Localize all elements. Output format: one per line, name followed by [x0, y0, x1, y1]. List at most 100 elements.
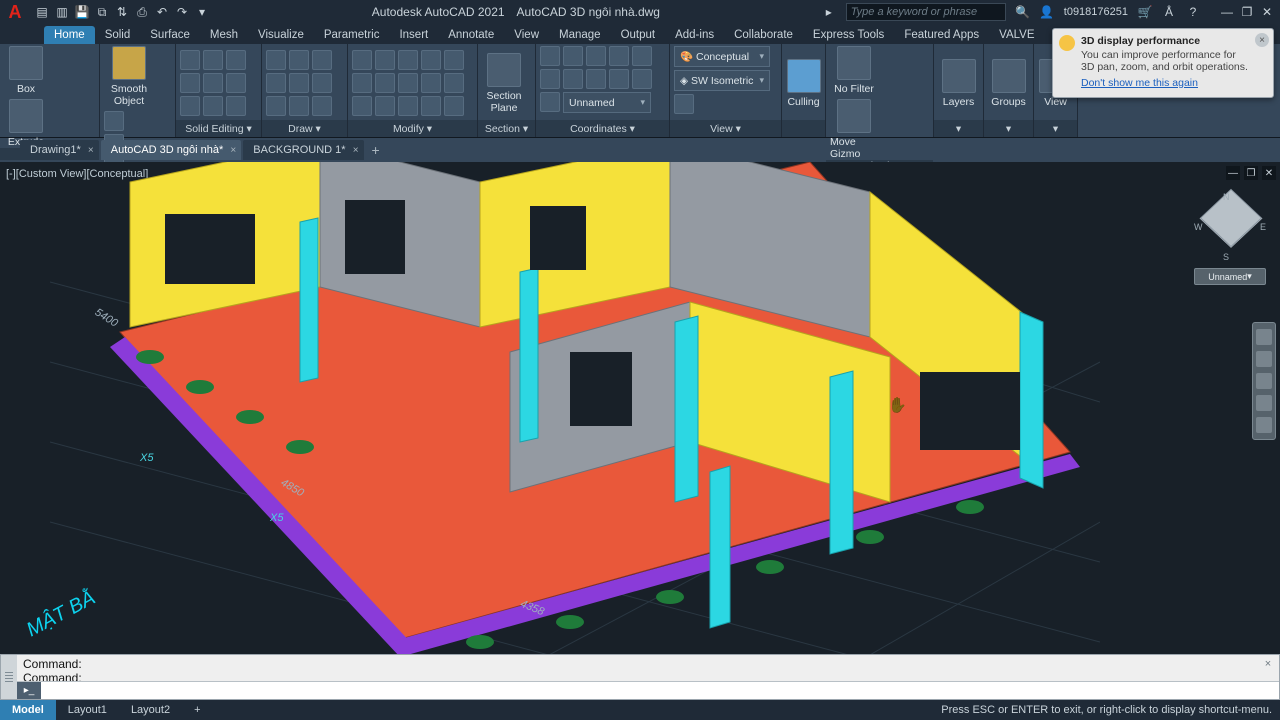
- mod-tool[interactable]: [444, 96, 464, 116]
- doc-tab-drawing1[interactable]: Drawing1*×: [20, 140, 99, 160]
- move-gizmo-button[interactable]: Move Gizmo: [830, 99, 878, 160]
- mod-tool[interactable]: [398, 96, 418, 116]
- ucs-tool[interactable]: [540, 69, 560, 89]
- mod-tool[interactable]: [444, 73, 464, 93]
- mod-tool[interactable]: [421, 96, 441, 116]
- panel-label-layers[interactable]: ▾: [934, 120, 983, 137]
- mod-tool[interactable]: [398, 73, 418, 93]
- draw-tool[interactable]: [289, 50, 309, 70]
- draw-tool[interactable]: [312, 96, 332, 116]
- panel-label-groups[interactable]: ▾: [984, 120, 1033, 137]
- qat-new-icon[interactable]: ▤: [34, 4, 50, 20]
- close-icon[interactable]: ×: [230, 145, 236, 156]
- minimize-button[interactable]: —: [1220, 5, 1234, 19]
- no-filter-button[interactable]: No Filter: [830, 46, 878, 95]
- layout-tab-model[interactable]: Model: [0, 700, 56, 720]
- mesh-tool-1[interactable]: [104, 111, 124, 131]
- qat-save-icon[interactable]: 💾: [74, 4, 90, 20]
- search-input[interactable]: Type a keyword or phrase: [846, 3, 1006, 21]
- panel-label-view[interactable]: View ▾: [670, 120, 781, 137]
- panel-label-draw[interactable]: Draw ▾: [262, 120, 347, 137]
- mod-tool[interactable]: [421, 73, 441, 93]
- vp-minimize[interactable]: —: [1226, 166, 1240, 180]
- ucs-tool[interactable]: [563, 46, 583, 66]
- tab-visualize[interactable]: Visualize: [248, 26, 314, 44]
- ucs-tool[interactable]: [609, 69, 629, 89]
- se-tool[interactable]: [226, 96, 246, 116]
- draw-tool[interactable]: [266, 73, 286, 93]
- se-tool[interactable]: [226, 50, 246, 70]
- autodesk-app-icon[interactable]: Å: [1162, 5, 1176, 19]
- cart-icon[interactable]: 🛒: [1138, 5, 1152, 19]
- draw-tool[interactable]: [266, 50, 286, 70]
- layers-button[interactable]: Layers: [938, 59, 979, 108]
- ucs-tool[interactable]: [586, 46, 606, 66]
- se-tool[interactable]: [203, 50, 223, 70]
- viewcube-west[interactable]: W: [1194, 222, 1203, 232]
- user-icon[interactable]: 👤: [1040, 5, 1054, 19]
- vp-restore[interactable]: ❐: [1244, 166, 1258, 180]
- qat-open-icon[interactable]: ▥: [54, 4, 70, 20]
- command-input[interactable]: [41, 684, 1279, 698]
- draw-tool[interactable]: [312, 73, 332, 93]
- command-drag-handle[interactable]: [1, 655, 17, 699]
- panel-label-solid-editing[interactable]: Solid Editing ▾: [176, 120, 261, 137]
- panel-label-coordinates[interactable]: Coordinates ▾: [536, 120, 669, 137]
- section-plane-button[interactable]: Section Plane: [482, 53, 526, 114]
- smooth-object-button[interactable]: Smooth Object: [104, 46, 154, 107]
- drawing-viewport[interactable]: [-][Custom View][Conceptual] — ❐ ✕: [0, 162, 1280, 654]
- panel-label-view2[interactable]: ▾: [1034, 120, 1077, 137]
- mod-tool[interactable]: [352, 50, 372, 70]
- tab-solid[interactable]: Solid: [95, 26, 141, 44]
- groups-button[interactable]: Groups: [988, 59, 1029, 108]
- help-icon[interactable]: ?: [1186, 5, 1200, 19]
- tab-featured-apps[interactable]: Featured Apps: [894, 26, 989, 44]
- nav-showmotion-icon[interactable]: [1256, 417, 1272, 433]
- ucs-tool[interactable]: [540, 46, 560, 66]
- tab-annotate[interactable]: Annotate: [438, 26, 504, 44]
- command-prompt-icon[interactable]: ▸_: [17, 682, 41, 699]
- command-line[interactable]: ▸_: [17, 681, 1279, 699]
- layout-tab-layout1[interactable]: Layout1: [56, 700, 119, 720]
- tab-collaborate[interactable]: Collaborate: [724, 26, 803, 44]
- viewcube[interactable]: N E S W: [1200, 196, 1262, 258]
- mod-tool[interactable]: [352, 73, 372, 93]
- ucs-dropdown[interactable]: Unnamed▾: [563, 92, 651, 113]
- ucs-tool[interactable]: [540, 92, 560, 112]
- search-chevron-icon[interactable]: ▸: [822, 5, 836, 19]
- se-tool[interactable]: [203, 96, 223, 116]
- ucs-tool[interactable]: [609, 46, 629, 66]
- se-tool[interactable]: [180, 50, 200, 70]
- viewcube-east[interactable]: E: [1260, 222, 1266, 232]
- doc-tab-background[interactable]: BACKGROUND 1*×: [243, 140, 363, 160]
- tab-valve[interactable]: VALVE: [989, 26, 1044, 44]
- view-dropdown[interactable]: ◈ SW Isometric▾: [674, 70, 770, 91]
- qat-redo-icon[interactable]: ↷: [174, 4, 190, 20]
- se-tool[interactable]: [180, 96, 200, 116]
- draw-tool[interactable]: [266, 96, 286, 116]
- tab-mesh[interactable]: Mesh: [200, 26, 248, 44]
- nav-pan-icon[interactable]: [1256, 351, 1272, 367]
- tab-output[interactable]: Output: [611, 26, 666, 44]
- qat-more-icon[interactable]: ▾: [194, 4, 210, 20]
- vp-close[interactable]: ✕: [1262, 166, 1276, 180]
- mod-tool[interactable]: [444, 50, 464, 70]
- user-name[interactable]: t0918176251: [1064, 6, 1128, 18]
- draw-tool[interactable]: [289, 73, 309, 93]
- layout-tab-layout2[interactable]: Layout2: [119, 700, 182, 720]
- draw-tool[interactable]: [312, 50, 332, 70]
- draw-tool[interactable]: [289, 96, 309, 116]
- box-button[interactable]: Box: [4, 46, 48, 95]
- mod-tool[interactable]: [398, 50, 418, 70]
- tab-home[interactable]: Home: [44, 26, 95, 44]
- qat-cloud-icon[interactable]: ⇅: [114, 4, 130, 20]
- qat-plot-icon[interactable]: ⎙: [134, 4, 150, 20]
- qat-saveas-icon[interactable]: ⧉: [94, 4, 110, 20]
- tab-view[interactable]: View: [504, 26, 549, 44]
- viewcube-south[interactable]: S: [1223, 252, 1229, 262]
- qat-undo-icon[interactable]: ↶: [154, 4, 170, 20]
- tab-addins[interactable]: Add-ins: [665, 26, 724, 44]
- panel-label-modify[interactable]: Modify ▾: [348, 120, 477, 137]
- panel-label-section[interactable]: Section ▾: [478, 120, 535, 137]
- ucs-tool[interactable]: [563, 69, 583, 89]
